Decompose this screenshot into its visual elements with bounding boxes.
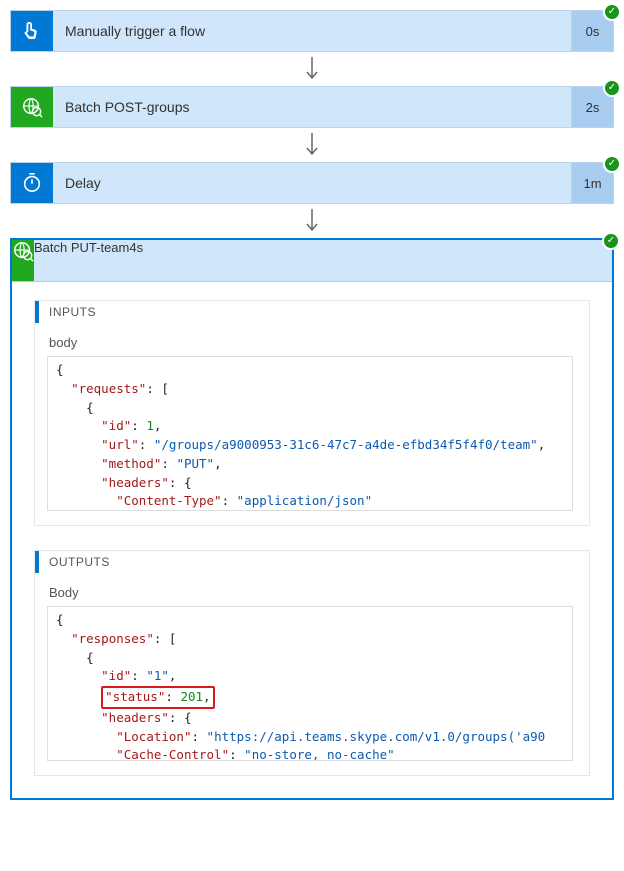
outputs-body-code[interactable]: { "responses": [ { "id": "1", "status": … <box>47 606 573 761</box>
arrow-connector <box>10 52 614 86</box>
globe-icon <box>11 87 53 127</box>
step-delay[interactable]: Delay 1m ✓ <box>10 162 614 204</box>
inputs-field-label: body <box>49 335 573 350</box>
success-icon: ✓ <box>603 155 621 173</box>
timer-icon <box>11 163 53 203</box>
outputs-panel: OUTPUTS Body { "responses": [ { "id": "1… <box>34 550 590 776</box>
globe-icon <box>12 240 34 281</box>
touch-icon <box>11 11 53 51</box>
step-title: Delay <box>53 163 571 203</box>
step-batch-put-expanded: Batch PUT-team 4s ✓ INPUTS body { "reque… <box>10 238 614 800</box>
status-highlight: "status": 201, <box>101 686 214 709</box>
success-icon: ✓ <box>603 79 621 97</box>
inputs-panel: INPUTS body { "requests": [ { "id": 1, "… <box>34 300 590 526</box>
step-header[interactable]: Batch PUT-team 4s ✓ <box>12 240 612 282</box>
outputs-label: OUTPUTS <box>35 551 589 573</box>
step-trigger[interactable]: Manually trigger a flow 0s ✓ <box>10 10 614 52</box>
arrow-connector <box>10 204 614 238</box>
inputs-body-code[interactable]: { "requests": [ { "id": 1, "url": "/grou… <box>47 356 573 511</box>
inputs-label: INPUTS <box>35 301 589 323</box>
success-icon: ✓ <box>602 232 620 250</box>
step-title: Batch PUT-team <box>34 240 129 281</box>
outputs-field-label: Body <box>49 585 573 600</box>
step-duration: 4s <box>129 240 143 281</box>
success-icon: ✓ <box>603 3 621 21</box>
step-batch-post[interactable]: Batch POST-groups 2s ✓ <box>10 86 614 128</box>
step-title: Batch POST-groups <box>53 87 571 127</box>
step-title: Manually trigger a flow <box>53 11 571 51</box>
arrow-connector <box>10 128 614 162</box>
